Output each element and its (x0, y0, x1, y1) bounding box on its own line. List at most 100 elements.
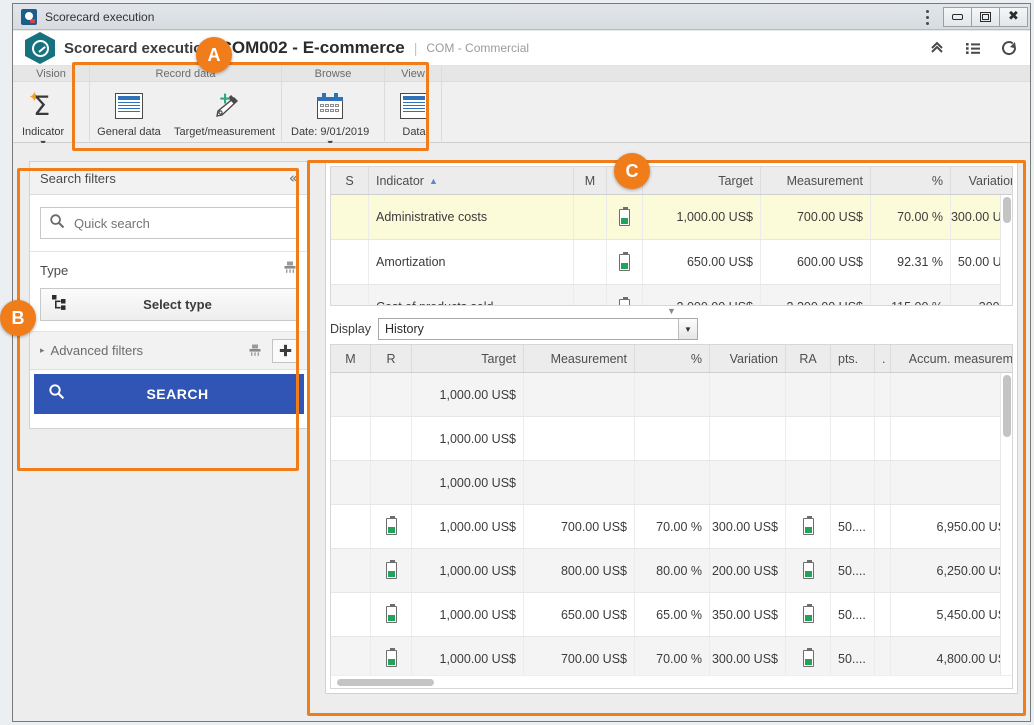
table-row[interactable]: 1,000.00 US$12,( (331, 373, 1012, 417)
cell-variation: 300.00 US$ (710, 505, 786, 548)
column-header-target[interactable]: Target (412, 345, 524, 372)
table-row[interactable]: 1,000.00 US$11,( (331, 417, 1012, 461)
cell-dot (875, 549, 891, 592)
battery-icon (385, 516, 397, 535)
battery-icon (619, 296, 630, 305)
refresh-icon[interactable] (994, 33, 1024, 63)
scrollbar-thumb[interactable] (337, 679, 434, 686)
column-header-target[interactable]: Target (643, 167, 761, 194)
column-header-variation[interactable]: Variation (951, 167, 1012, 194)
column-header-label: Measurement (550, 351, 627, 366)
search-icon (48, 383, 65, 405)
cell-target: 1,000.00 US$ (412, 637, 524, 675)
more-options-icon[interactable] (916, 6, 938, 28)
indicators-grid-vscrollbar[interactable] (1000, 195, 1012, 305)
column-header-r[interactable]: R (371, 345, 412, 372)
select-type-label: Select type (143, 297, 212, 312)
display-select[interactable]: History ▼ (378, 318, 698, 340)
ribbon-item-general-data[interactable]: General data (90, 86, 168, 138)
collapse-icon[interactable] (922, 33, 952, 63)
ribbon-group-browse: Browse Date: 9/01/2019 (282, 66, 385, 148)
cell-measurement (524, 373, 635, 416)
scrollbar-thumb[interactable] (1003, 197, 1011, 223)
column-header-pts[interactable]: pts. (831, 345, 875, 372)
cell-pts (831, 373, 875, 416)
ribbon-item-indicator[interactable]: ✦Σ Indicator ▼ (13, 86, 73, 148)
close-button[interactable]: ✖ (999, 6, 1028, 27)
table-row[interactable]: Administrative costs 1,000.00 US$ 700.00 U… (331, 195, 1012, 240)
cell-pts: 50.... (831, 549, 875, 592)
cell-pct: 70.00 % (635, 505, 710, 548)
ribbon-group-empty (442, 66, 1030, 143)
ribbon-item-data[interactable]: Data (385, 86, 443, 138)
column-header-dot[interactable]: . (875, 345, 891, 372)
column-header-ra[interactable]: RA (786, 345, 831, 372)
scorecard-logo-icon (25, 32, 55, 64)
cell-pct: 65.00 % (635, 593, 710, 636)
column-header-measurement[interactable]: Measurement (524, 345, 635, 372)
header-separator: | (413, 40, 418, 56)
clear-filter-icon[interactable] (282, 260, 298, 281)
cell-m (331, 461, 371, 504)
ribbon-item-label: Date: 9/01/2019 (291, 126, 370, 138)
cell-r (371, 505, 412, 548)
column-header-pct[interactable]: % (635, 345, 710, 372)
advanced-filters-row[interactable]: ▸ Advanced filters (30, 332, 308, 370)
maximize-button[interactable] (971, 6, 1000, 27)
column-header-indicator[interactable]: Indicator ▲ (369, 167, 574, 194)
cell-variation: 300.00 US$ (710, 637, 786, 675)
sort-ascending-icon: ▲ (428, 175, 438, 186)
column-header-pct[interactable]: % (871, 167, 951, 194)
table-row[interactable]: 1,000.00 US$ 650.00 US$ 65.00 % 350.00 US$ 5… (331, 593, 1012, 637)
ribbon-item-target-measurement[interactable]: + Target/measurement (168, 86, 281, 138)
search-button[interactable]: SEARCH (34, 374, 304, 414)
table-row[interactable]: Cost of products sold 2,000.00 US$2,300.0… (331, 285, 1012, 305)
select-type-button[interactable]: Select type (40, 288, 298, 321)
cell-r (607, 195, 643, 239)
table-row[interactable]: 1,000.00 US$ 800.00 US$ 80.00 % 200.00 US$ 5… (331, 549, 1012, 593)
column-header-label: Target (481, 351, 516, 366)
cell-dot (875, 593, 891, 636)
column-header-accum_measurement[interactable]: Accum. measurem (891, 345, 1012, 372)
column-header-label: RA (799, 351, 817, 366)
cell-indicator: Cost of products sold (369, 285, 574, 305)
column-header-s[interactable]: S (331, 167, 369, 194)
history-grid-hscrollbar[interactable] (331, 675, 1012, 688)
cell-accum_measurement: 6,950.00 US$ (891, 505, 1012, 548)
chevron-right-icon: ▸ (40, 345, 45, 355)
cell-dot (875, 461, 891, 504)
column-header-measurement[interactable]: Measurement (761, 167, 871, 194)
collapse-panel-icon[interactable]: « (289, 169, 298, 187)
search-input[interactable] (72, 214, 289, 232)
table-row[interactable]: 1,000.00 US$ 700.00 US$ 70.00 % 300.00 US$ 5… (331, 505, 1012, 549)
column-header-m[interactable]: M (574, 167, 607, 194)
display-selector-row: Display History ▼ (330, 314, 1013, 344)
history-grid-vscrollbar[interactable] (1000, 373, 1012, 675)
quick-search-box[interactable] (40, 207, 298, 239)
table-row[interactable]: 1,000.00 US$10,( (331, 461, 1012, 505)
minimize-icon (952, 13, 963, 20)
history-grid-body: 1,000.00 US$12,(1,000.00 US$11,(1,000.00… (331, 373, 1012, 675)
column-header-variation[interactable]: Variation (710, 345, 786, 372)
table-row[interactable]: Amortization 650.00 US$ 600.00 US$ 92.31 % 5… (331, 240, 1012, 285)
ribbon-item-date[interactable]: Date: 9/01/2019 ▼ (282, 86, 378, 148)
ribbon-item-label: General data (97, 126, 161, 138)
ribbon-group-view: View Data (385, 66, 442, 143)
window-title: Scorecard execution (45, 9, 155, 24)
scrollbar-thumb[interactable] (1003, 375, 1011, 437)
chevron-down-icon[interactable]: ▼ (678, 319, 697, 339)
cell-indicator: Administrative costs (369, 195, 574, 239)
clear-filter-icon[interactable] (247, 343, 263, 359)
add-filter-icon[interactable] (272, 338, 298, 363)
cell-ra (786, 373, 831, 416)
cell-s (331, 285, 369, 305)
cell-ra (786, 637, 831, 675)
battery-icon (802, 648, 814, 667)
column-header-m[interactable]: M (331, 345, 371, 372)
cell-r (607, 240, 643, 284)
app-header: Scorecard execution COM002 - E-commerce … (13, 31, 1030, 66)
minimize-button[interactable] (943, 6, 972, 27)
advanced-filters-label: Advanced filters (50, 343, 144, 358)
list-menu-icon[interactable] (958, 33, 988, 63)
table-row[interactable]: 1,000.00 US$ 700.00 US$ 70.00 % 300.00 US$ 5… (331, 637, 1012, 675)
